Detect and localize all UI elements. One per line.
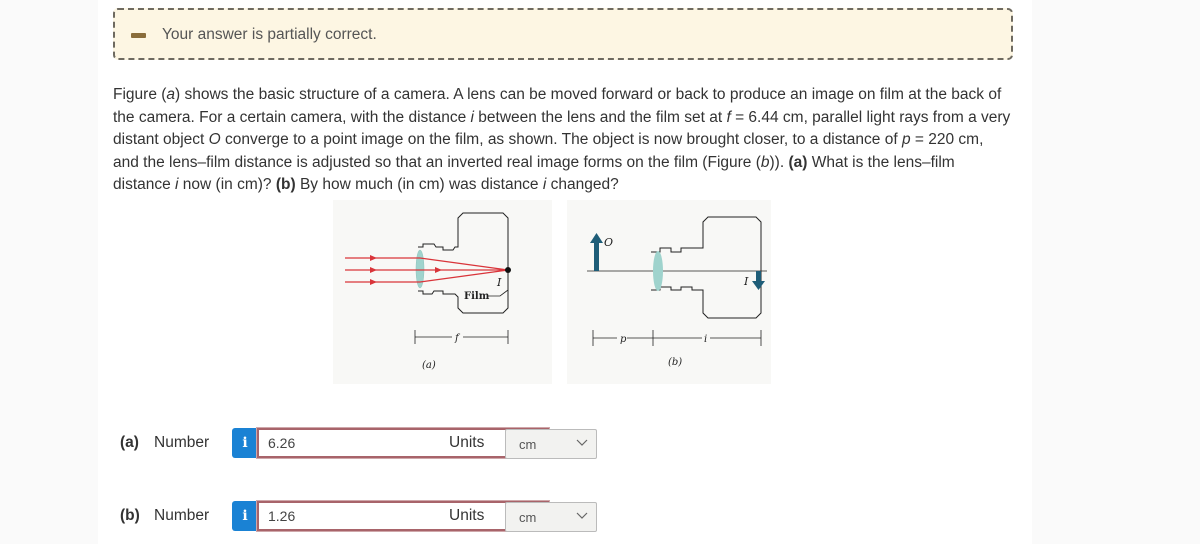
- question-text-fragment: changed?: [546, 176, 619, 193]
- question-text-fragment: now (in cm)?: [178, 176, 276, 193]
- question-text-fragment: Figure (: [113, 86, 167, 103]
- chevron-down-icon: [576, 439, 588, 446]
- question-text-fragment: between the lens and the film set at: [473, 108, 727, 126]
- question-text-fragment: O: [208, 131, 221, 148]
- question-text-fragment: (a): [788, 153, 808, 171]
- part-label: (a): [120, 434, 139, 451]
- question-text-fragment: p: [901, 131, 911, 148]
- number-label: Number: [154, 434, 210, 451]
- question-text-fragment: )).: [769, 153, 789, 171]
- number-label: Number: [154, 507, 210, 524]
- feedback-message: Your answer is partially correct.: [162, 26, 377, 43]
- chevron-down-icon: [576, 512, 588, 519]
- question-text-fragment: a: [166, 86, 176, 103]
- question-text: Figure (a) shows the basic structure of …: [113, 84, 1013, 197]
- units-label: Units: [449, 434, 485, 451]
- dimension-i-label: i: [704, 334, 707, 345]
- question-text-fragment: By how much (in cm) was distance: [295, 176, 543, 193]
- question-text-fragment: b: [760, 153, 770, 171]
- units-select-a[interactable]: cm: [505, 429, 597, 459]
- caption-a: (a): [422, 360, 436, 371]
- units-select-value: cm: [519, 437, 537, 452]
- image-label-a: I: [496, 276, 502, 289]
- question-text-fragment: converge to a point image on the film, a…: [220, 131, 902, 148]
- film-label: Film: [464, 291, 490, 302]
- caption-b: (b): [668, 357, 682, 368]
- feedback-banner: Your answer is partially correct.: [113, 8, 1013, 60]
- object-label: O: [604, 236, 613, 249]
- info-icon[interactable]: i: [232, 501, 258, 531]
- image-label-b: I: [743, 275, 749, 288]
- image-point: [505, 267, 511, 273]
- units-select-value: cm: [519, 510, 537, 525]
- units-label: Units: [449, 507, 485, 524]
- part-label: (b): [120, 507, 140, 524]
- units-select-b[interactable]: cm: [505, 502, 597, 532]
- question-text-fragment: (b): [275, 176, 296, 193]
- partial-dash-icon: [131, 33, 146, 38]
- camera-figure: I Film f (a) O I p i (b): [333, 200, 771, 384]
- dimension-p-label: p: [620, 334, 627, 345]
- lens-b: [653, 251, 663, 291]
- info-icon[interactable]: i: [232, 428, 258, 458]
